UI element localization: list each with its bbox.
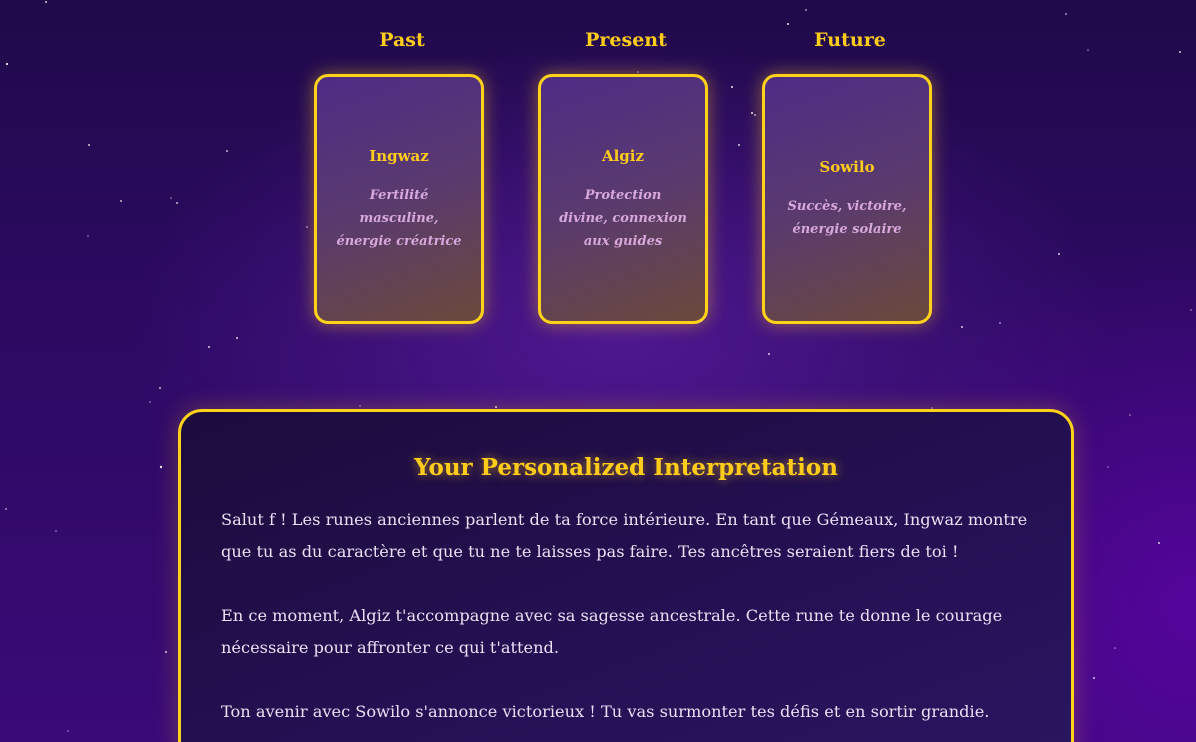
spread-position-past: Past Ingwaz Fertilité masculine, énergie…	[314, 28, 490, 324]
rune-name-past: Ingwaz	[369, 146, 429, 165]
rune-card-past[interactable]: Ingwaz Fertilité masculine, énergie créa…	[314, 74, 484, 324]
position-label-future: Future	[814, 29, 886, 51]
rune-name-future: Sowilo	[819, 158, 875, 176]
rune-card-present[interactable]: Algiz Protection divine, connexion aux g…	[538, 74, 708, 324]
rune-name-present: Algiz	[601, 146, 645, 165]
interpretation-paragraph-past: Salut f ! Les runes anciennes parlent de…	[221, 510, 1028, 561]
spread-position-present: Present Algiz Protection divine, connexi…	[538, 28, 714, 324]
rune-meaning-future: Succès, victoire, énergie solaire	[787, 199, 907, 237]
rune-spread: Past Ingwaz Fertilité masculine, énergie…	[0, 0, 1196, 340]
position-label-past: Past	[379, 29, 425, 51]
interpretation-panel: Your Personalized Interpretation Salut f…	[178, 409, 1074, 742]
position-label-present: Present	[585, 29, 667, 51]
interpretation-paragraph-present: En ce moment, Algiz t'accompagne avec sa…	[221, 606, 1003, 657]
interpretation-paragraph-future: Ton avenir avec Sowilo s'annonce victori…	[221, 702, 990, 721]
rune-meaning-present: Protection divine, connexion aux guides	[559, 187, 687, 249]
interpretation-title: Your Personalized Interpretation	[414, 454, 838, 481]
rune-meaning-past: Fertilité masculine, énergie créatrice	[336, 187, 462, 249]
spread-position-future: Future Sowilo Succès, victoire, énergie …	[762, 28, 938, 324]
rune-card-future[interactable]: Sowilo Succès, victoire, énergie solaire	[762, 74, 932, 324]
